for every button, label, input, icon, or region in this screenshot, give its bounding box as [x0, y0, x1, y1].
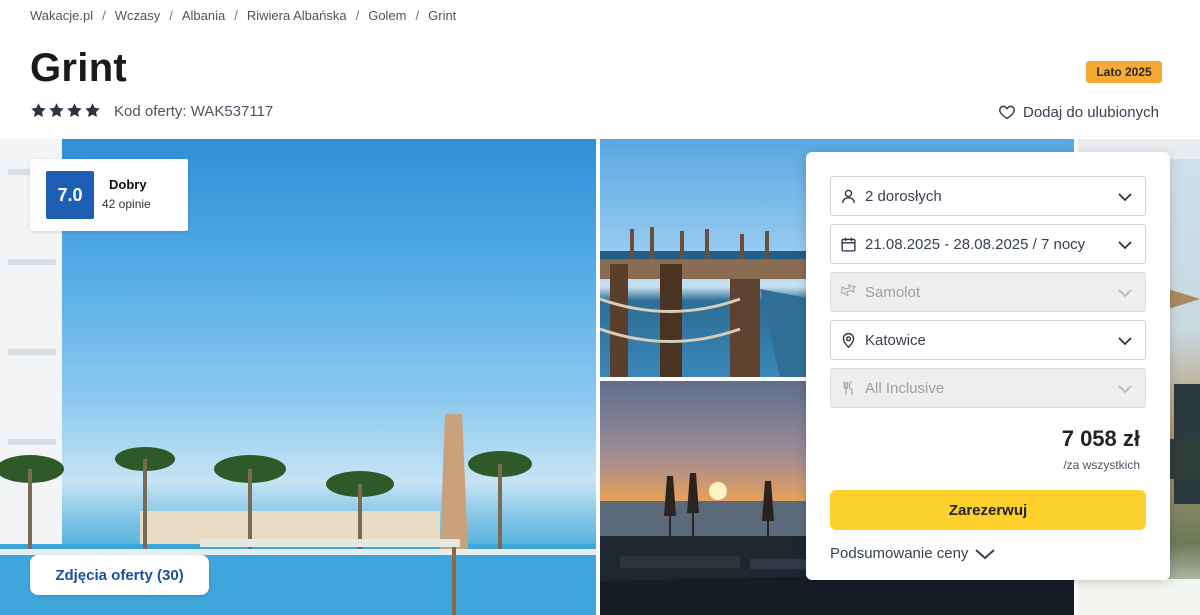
cutlery-icon — [839, 379, 857, 397]
travelers-value: 2 dorosłych — [865, 187, 942, 205]
breadcrumb-separator: / — [355, 8, 360, 23]
rating-card[interactable]: 7.0 Dobry 42 opinie — [30, 159, 188, 231]
star-icon — [85, 103, 100, 118]
breadcrumb-separator: / — [415, 8, 420, 23]
add-to-favorites-button[interactable]: Dodaj do ulubionych — [998, 103, 1159, 121]
location-pin-icon — [839, 331, 857, 349]
book-button[interactable]: Zarezerwuj — [830, 490, 1146, 530]
breadcrumb-separator: / — [234, 8, 238, 23]
offer-code: Kod oferty: WAK537117 — [114, 103, 274, 120]
price-summary-label: Podsumowanie ceny — [830, 545, 969, 562]
reviews-count[interactable]: 42 opinie — [102, 197, 151, 211]
breadcrumb-item-region[interactable]: Riwiera Albańska — [247, 8, 347, 23]
chevron-down-icon — [1117, 237, 1133, 253]
dates-value: 21.08.2025 - 28.08.2025 / 7 nocy — [865, 235, 1086, 253]
person-icon — [839, 187, 857, 205]
star-icon — [49, 103, 64, 118]
breadcrumb-item-current: Grint — [428, 8, 457, 23]
plane-icon — [839, 283, 857, 301]
booking-panel: 2 dorosłych 21.08.2025 - 28.08.2025 / 7 … — [806, 152, 1170, 580]
star-icon — [67, 103, 82, 118]
breadcrumb-item-wczasy[interactable]: Wczasy — [115, 8, 161, 23]
heart-icon — [999, 105, 1015, 120]
breadcrumb: Wakacje.pl / Wczasy / Albania / Riwiera … — [30, 8, 456, 23]
breadcrumb-separator: / — [169, 8, 173, 23]
price-total: 7 058 zł — [1061, 426, 1140, 451]
rating-label: Dobry — [109, 177, 147, 192]
breadcrumb-separator: / — [102, 8, 106, 23]
add-to-favorites-label: Dodaj do ulubionych — [1023, 103, 1159, 121]
chevron-down-icon — [1117, 333, 1133, 349]
chevron-down-icon — [1117, 189, 1133, 205]
breadcrumb-item-city[interactable]: Golem — [368, 8, 406, 23]
photos-button[interactable]: Zdjęcia oferty (30) — [30, 555, 209, 595]
board-value: All Inclusive — [865, 379, 945, 397]
chevron-down-icon — [1117, 381, 1133, 397]
board-select: All Inclusive — [830, 368, 1146, 408]
chevron-down-icon — [975, 548, 996, 559]
departure-value: Katowice — [865, 331, 926, 349]
hotel-title: Grint — [30, 46, 128, 90]
calendar-icon — [839, 235, 857, 253]
rating-score: 7.0 — [46, 171, 94, 219]
transport-select: Samolot — [830, 272, 1146, 312]
breadcrumb-item-country[interactable]: Albania — [182, 8, 225, 23]
hotel-stars — [30, 102, 101, 119]
season-badge: Lato 2025 — [1086, 61, 1162, 83]
star-icon — [31, 103, 46, 118]
breadcrumb-item-home[interactable]: Wakacje.pl — [30, 8, 93, 23]
price-note: /za wszystkich — [1063, 458, 1140, 472]
travelers-select[interactable]: 2 dorosłych — [830, 176, 1146, 216]
transport-value: Samolot — [865, 283, 921, 301]
departure-select[interactable]: Katowice — [830, 320, 1146, 360]
dates-select[interactable]: 21.08.2025 - 28.08.2025 / 7 nocy — [830, 224, 1146, 264]
chevron-down-icon — [1117, 285, 1133, 301]
price-summary-link[interactable]: Podsumowanie ceny — [830, 545, 996, 562]
